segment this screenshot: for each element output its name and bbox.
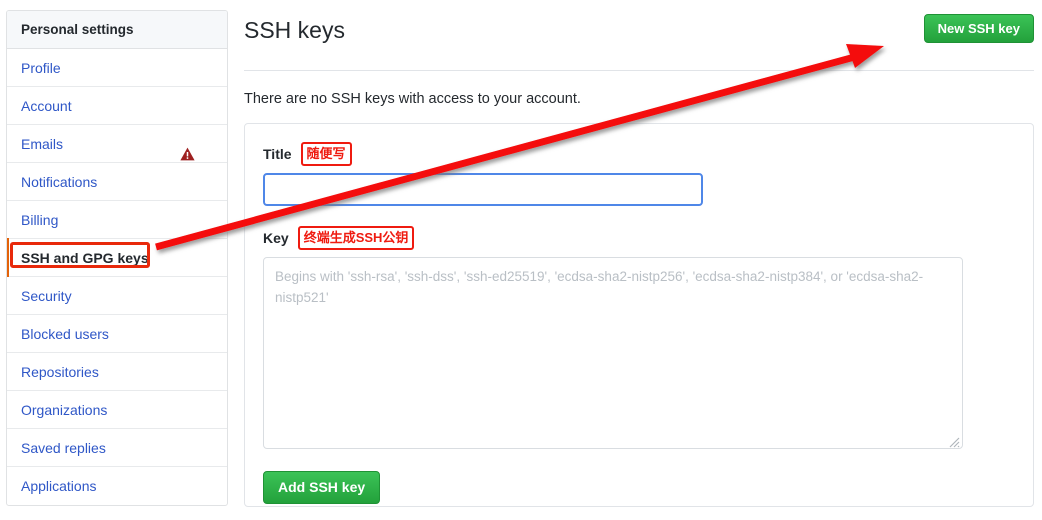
annotation-tag-key: 终端生成SSH公钥: [297, 226, 415, 250]
main-content: SSH keys New SSH key There are no SSH ke…: [244, 10, 1034, 507]
sidebar-item-label: Saved replies: [21, 439, 106, 456]
add-ssh-key-form: Title 随便写 Key 终端生成SSH公钥 Begins with 'ssh…: [244, 123, 1034, 507]
key-textarea-wrapper: [263, 257, 963, 449]
annotation-tag-title: 随便写: [300, 142, 352, 166]
add-ssh-key-button[interactable]: Add SSH key: [263, 471, 381, 504]
page-header: SSH keys New SSH key: [244, 10, 1034, 60]
sidebar-item-organizations[interactable]: Organizations: [7, 391, 227, 429]
sidebar-item-emails[interactable]: Emails: [7, 125, 227, 163]
sidebar-item-label: Notifications: [21, 173, 98, 190]
sidebar-item-applications[interactable]: Applications: [7, 467, 227, 505]
sidebar-item-label: Emails: [21, 135, 64, 152]
title-field-label-row: Title 随便写: [263, 142, 1015, 166]
page-title: SSH keys: [244, 17, 345, 43]
sidebar-item-billing[interactable]: Billing: [7, 201, 227, 239]
sidebar-item-label: Profile: [21, 59, 61, 76]
warning-triangle-icon: [180, 137, 195, 160]
sidebar-item-label: Security: [21, 287, 72, 304]
header-divider: [244, 70, 1034, 71]
sidebar-item-blocked-users[interactable]: Blocked users: [7, 315, 227, 353]
sidebar-item-ssh-and-gpg-keys[interactable]: SSH and GPG keys: [7, 238, 227, 277]
title-input[interactable]: [263, 173, 703, 206]
sidebar-item-repositories[interactable]: Repositories: [7, 353, 227, 391]
key-field-block: Key 终端生成SSH公钥: [263, 226, 1015, 449]
title-field-label: Title: [263, 146, 292, 162]
sidebar-item-label: Organizations: [21, 401, 108, 418]
sidebar-item-security[interactable]: Security: [7, 277, 227, 315]
sidebar-item-notifications[interactable]: Notifications: [7, 163, 227, 201]
sidebar-item-profile[interactable]: Profile: [7, 49, 227, 87]
sidebar-item-label: Account: [21, 97, 72, 114]
key-field-label-row: Key 终端生成SSH公钥: [263, 226, 1015, 250]
empty-state-message: There are no SSH keys with access to you…: [244, 91, 581, 107]
sidebar-item-saved-replies[interactable]: Saved replies: [7, 429, 227, 467]
sidebar-item-label: Applications: [21, 478, 97, 494]
new-ssh-key-button[interactable]: New SSH key: [923, 14, 1034, 43]
key-textarea[interactable]: [263, 257, 963, 449]
sidebar-header: Personal settings: [7, 11, 227, 49]
sidebar-item-account[interactable]: Account: [7, 87, 227, 125]
page-root: Personal settings Profile Account Emails…: [0, 0, 1042, 520]
key-field-label: Key: [263, 230, 289, 246]
sidebar-item-label: Blocked users: [21, 325, 109, 342]
personal-settings-sidebar: Personal settings Profile Account Emails…: [6, 10, 228, 506]
sidebar-item-label: SSH and GPG keys: [21, 249, 149, 266]
sidebar-item-label: Repositories: [21, 363, 99, 380]
sidebar-item-label: Billing: [21, 211, 59, 228]
